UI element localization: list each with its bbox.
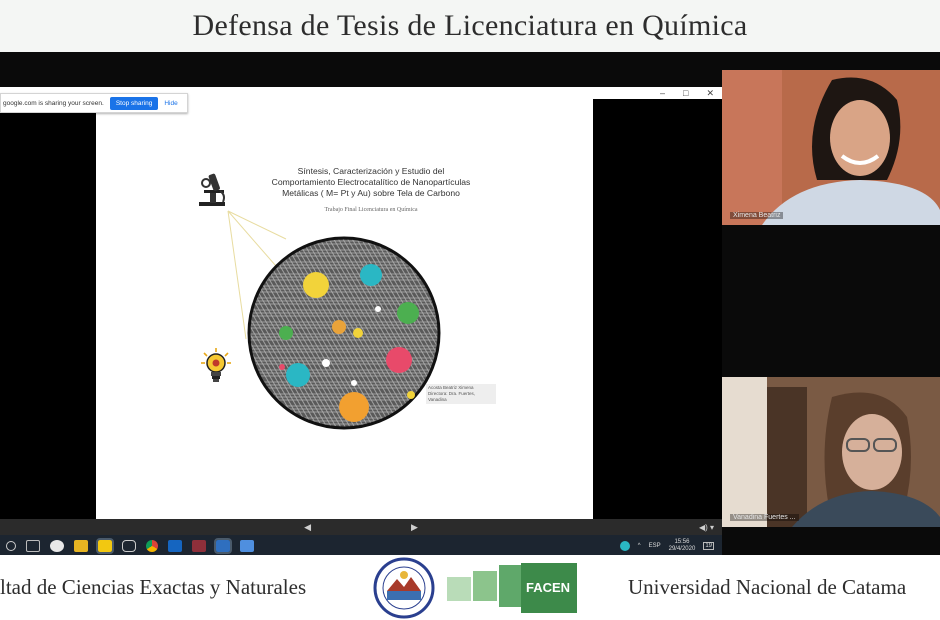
presentation-slide: Síntesis, Caracterización y Estudio del … bbox=[96, 99, 593, 519]
camera-icon[interactable] bbox=[122, 540, 136, 552]
app-icon[interactable] bbox=[214, 538, 232, 554]
slide-title-line-3: Metálicas ( M= Pt y Au) sobre Tela de Ca… bbox=[282, 188, 460, 198]
university-name: Universidad Nacional de Catama bbox=[628, 575, 907, 599]
notifications-badge[interactable]: 19 bbox=[703, 542, 714, 550]
slide-title-line-1: Síntesis, Caracterización y Estudio del bbox=[297, 166, 445, 176]
outlook-icon[interactable] bbox=[168, 540, 182, 552]
maximize-icon[interactable]: □ bbox=[683, 88, 688, 98]
gallery-icon[interactable] bbox=[192, 540, 206, 552]
participant-tile-2[interactable]: Vanadina Fuertes ... bbox=[722, 377, 940, 527]
carbon-cloth-diagram bbox=[247, 236, 441, 430]
clock[interactable]: 15:56 29/4/2020 bbox=[669, 539, 696, 553]
minimize-icon[interactable]: – bbox=[660, 88, 665, 98]
meeting-area: – □ ✕ Síntesis, Caracterización y Estudi… bbox=[0, 52, 940, 557]
task-view-icon[interactable] bbox=[26, 540, 40, 552]
network-icon[interactable] bbox=[619, 541, 630, 551]
university-seal-logo bbox=[373, 557, 435, 619]
app-icon-2[interactable] bbox=[240, 540, 254, 552]
slide-title-line-2: Comportamiento Electrocatalítico de Nano… bbox=[271, 177, 471, 187]
title-banner: Defensa de Tesis de Licenciatura en Quím… bbox=[0, 0, 940, 52]
slide-authors: Acosta Beatriz Ximena Directora: Dra. Fu… bbox=[426, 384, 496, 404]
clock-date: 29/4/2020 bbox=[668, 546, 696, 552]
slide-navigation-bar: ◀ ▶ ◀) ▾ bbox=[0, 519, 722, 535]
participant-video-1 bbox=[722, 70, 940, 225]
file-explorer-icon[interactable] bbox=[74, 540, 88, 552]
clock-time: 15:56 bbox=[674, 539, 690, 545]
volume-icon[interactable]: ◀) ▾ bbox=[699, 523, 714, 532]
language-indicator[interactable]: ESP bbox=[649, 543, 661, 549]
chat-icon[interactable] bbox=[50, 540, 64, 552]
slide-subtitle: Trabajo Final Licenciatura en Química bbox=[324, 207, 418, 213]
author-line-2: Directora: Dra. Fuertes, Vanadina bbox=[428, 391, 476, 402]
hide-button[interactable]: Hide bbox=[164, 100, 177, 107]
close-icon[interactable]: ✕ bbox=[706, 88, 714, 99]
chrome-icon[interactable] bbox=[146, 540, 158, 552]
previous-slide-icon[interactable]: ◀ bbox=[304, 522, 311, 533]
participant-tile-1[interactable]: Ximena Beatriz bbox=[722, 70, 940, 225]
next-slide-icon[interactable]: ▶ bbox=[411, 522, 418, 533]
system-tray: ^ ESP 15:56 29/4/2020 19 bbox=[619, 535, 714, 557]
slide-margin-left bbox=[0, 99, 96, 519]
facen-label: FACEN bbox=[525, 580, 571, 595]
window-controls: – □ ✕ bbox=[660, 87, 714, 99]
slide-title: Síntesis, Caracterización y Estudio del … bbox=[246, 166, 496, 199]
search-icon[interactable] bbox=[6, 541, 16, 551]
screen-sharing-bar: google.com is sharing your screen. Stop … bbox=[0, 93, 188, 113]
participant-name: Ximena Beatriz bbox=[730, 212, 784, 219]
participant-name: Vanadina Fuertes ... bbox=[730, 514, 799, 521]
chevron-up-icon[interactable]: ^ bbox=[638, 543, 641, 549]
participant-video-2 bbox=[722, 377, 940, 527]
sharing-message: google.com is sharing your screen. bbox=[3, 99, 104, 107]
slide-margin-right bbox=[593, 99, 722, 519]
footer-banner: ltad de Ciencias Exactas y Naturales FAC… bbox=[0, 555, 940, 620]
stop-sharing-button[interactable]: Stop sharing bbox=[109, 96, 159, 110]
windows-taskbar: ^ ESP 15:56 29/4/2020 19 bbox=[0, 535, 722, 557]
page-title: Defensa de Tesis de Licenciatura en Quím… bbox=[192, 9, 748, 42]
shared-screen: – □ ✕ Síntesis, Caracterización y Estudi… bbox=[0, 87, 722, 557]
faculty-name: ltad de Ciencias Exactas y Naturales bbox=[0, 575, 307, 599]
sticky-notes-icon[interactable] bbox=[96, 538, 114, 554]
